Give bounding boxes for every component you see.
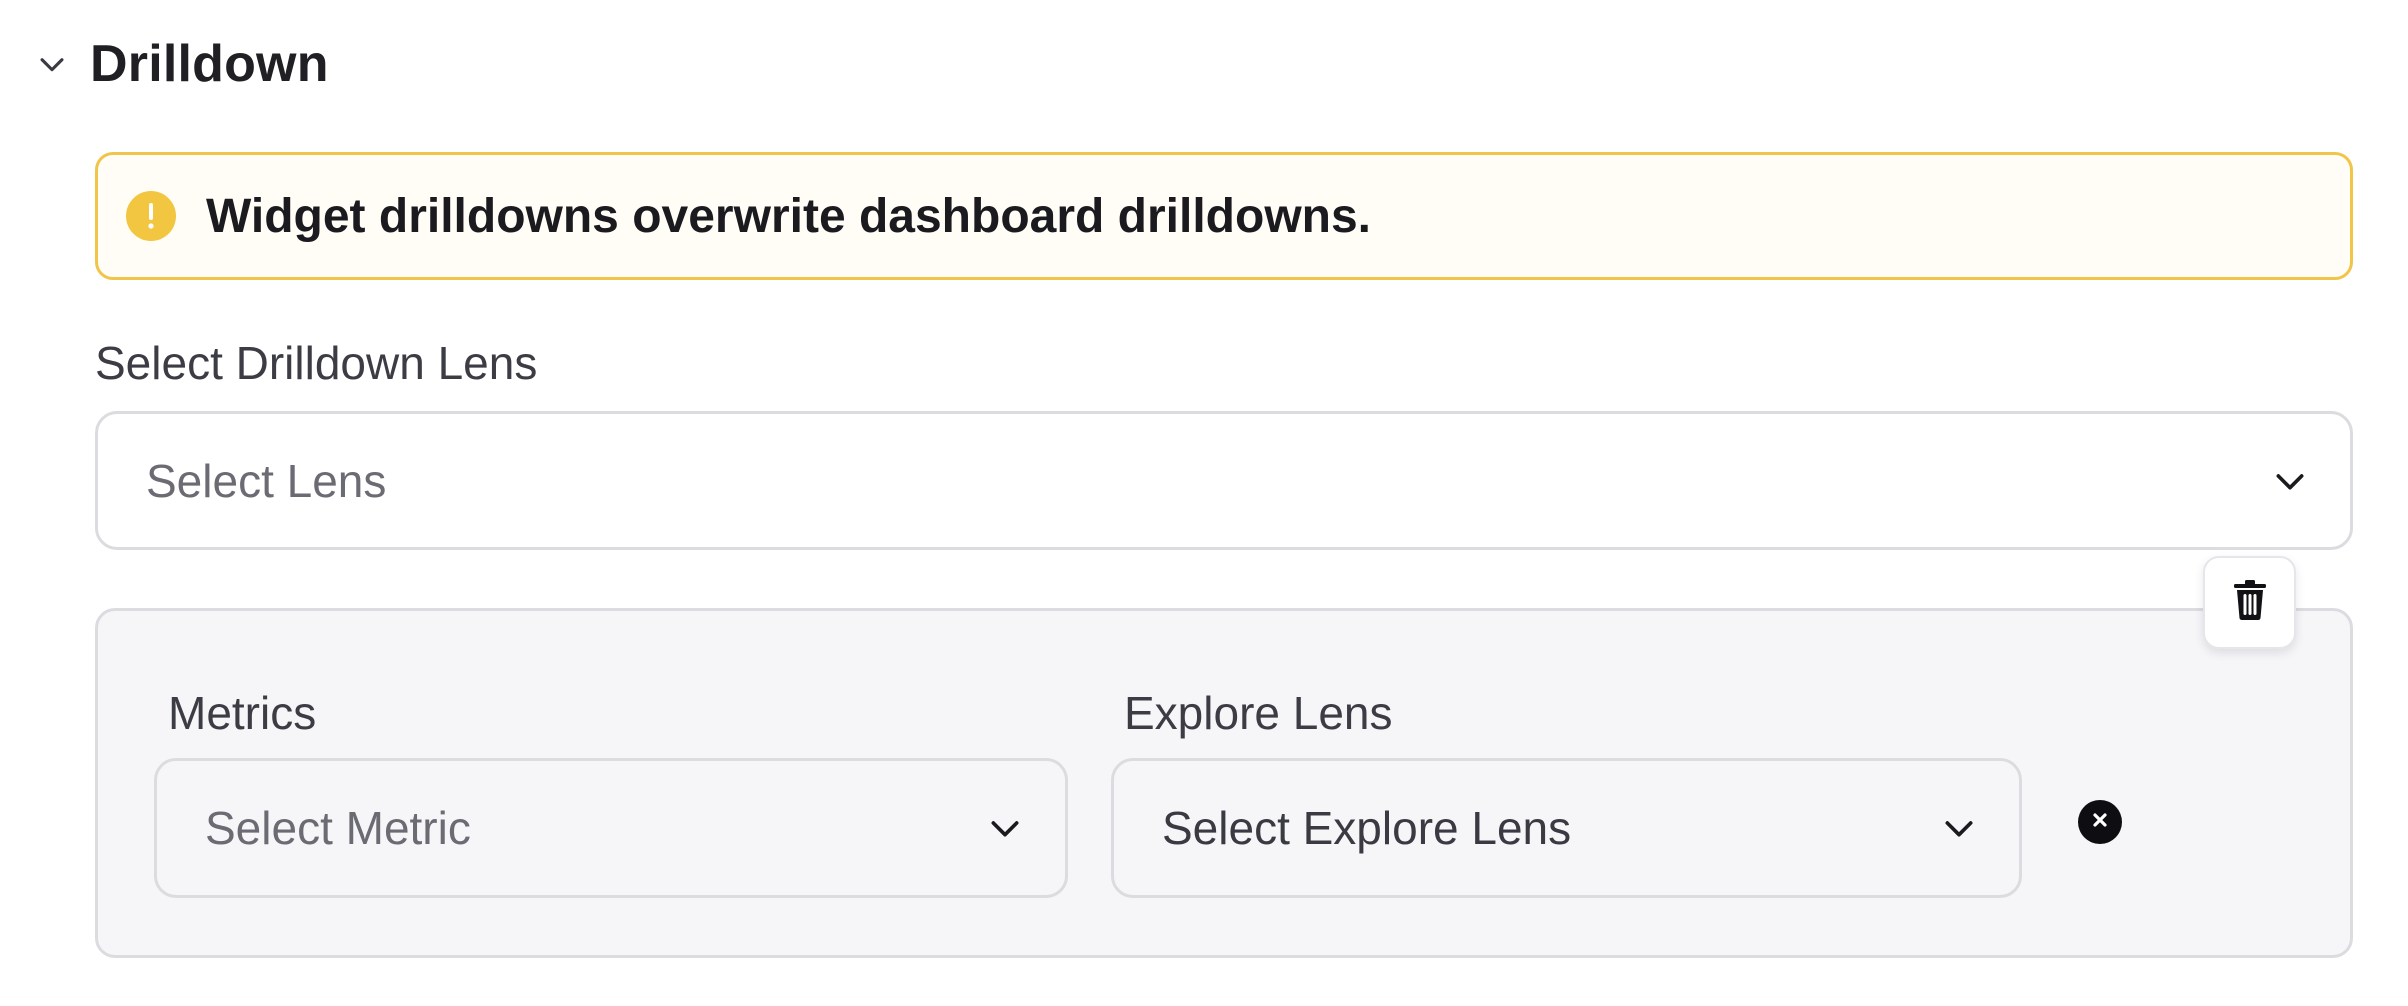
drilldown-lens-select[interactable]: Select Lens — [95, 411, 2353, 550]
metric-placeholder: Select Metric — [205, 802, 471, 854]
section-title: Drilldown — [90, 35, 329, 93]
explore-lens-placeholder: Select Explore Lens — [1162, 802, 1572, 854]
drilldown-settings: Drilldown Widget drilldowns overwrite da… — [0, 0, 2408, 1006]
explore-lens-select[interactable]: Select Explore Lens — [1111, 758, 2022, 898]
delete-mapping-button[interactable] — [2203, 556, 2296, 649]
warning-text: Widget drilldowns overwrite dashboard dr… — [206, 189, 1372, 243]
metric-select[interactable]: Select Metric — [154, 758, 1068, 898]
drilldown-lens-label: Select Drilldown Lens — [95, 337, 538, 389]
trash-icon — [2230, 579, 2270, 626]
chevron-down-icon[interactable] — [28, 40, 76, 88]
chevron-down-icon — [981, 804, 1029, 852]
close-circle-icon — [2089, 809, 2111, 836]
drilldown-lens-placeholder: Select Lens — [146, 454, 387, 507]
metrics-label: Metrics — [168, 687, 317, 739]
explore-lens-label: Explore Lens — [1124, 687, 1393, 739]
drilldown-section-header[interactable]: Drilldown — [28, 28, 329, 100]
chevron-down-icon — [1935, 804, 1983, 852]
remove-mapping-row-button[interactable] — [2078, 800, 2122, 844]
exclamation-circle-icon — [126, 191, 176, 241]
warning-banner: Widget drilldowns overwrite dashboard dr… — [95, 152, 2353, 280]
chevron-down-icon — [2266, 457, 2314, 505]
